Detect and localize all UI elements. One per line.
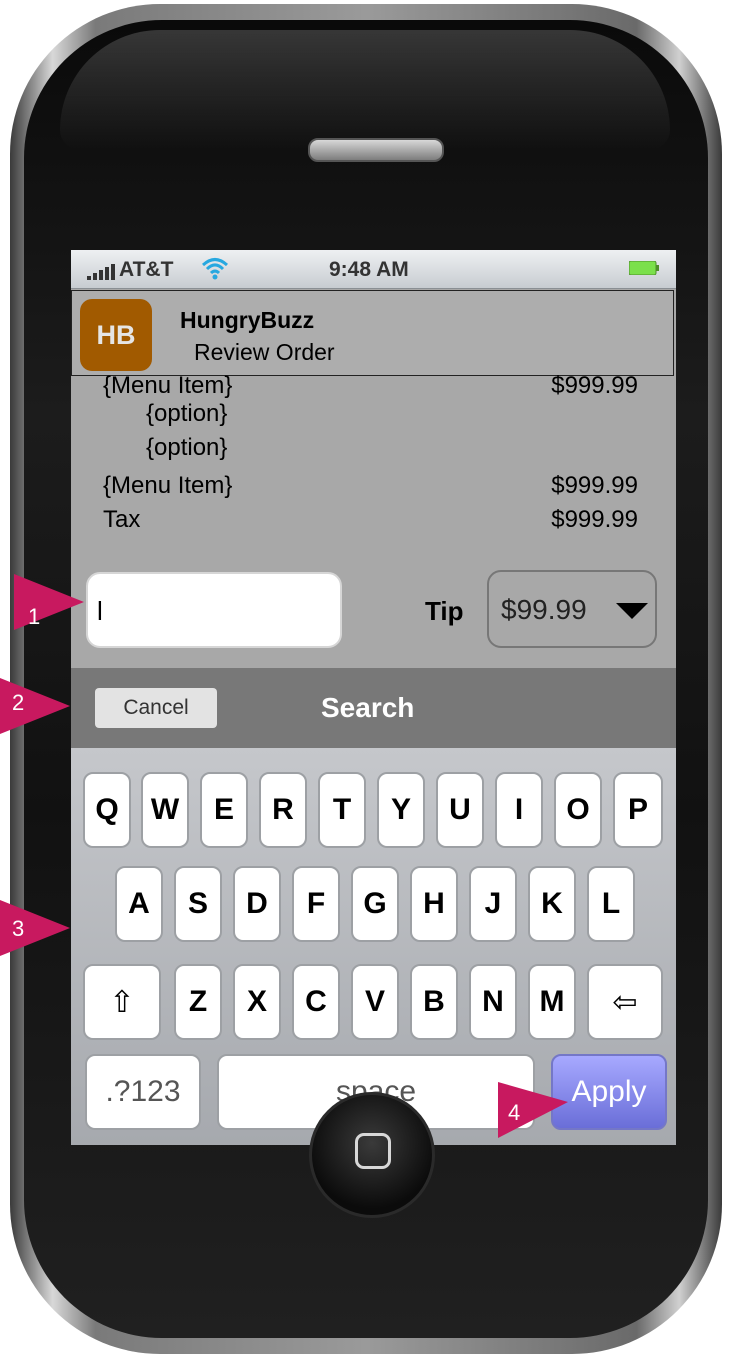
key-b[interactable]: B	[410, 964, 458, 1040]
tip-input-value: l	[97, 596, 103, 626]
phone-screen: AT&T 9:48 AM HB HungryBuzz Review Order …	[71, 250, 676, 1145]
phone-glare	[60, 30, 670, 150]
callout-2-marker	[0, 678, 70, 734]
key-e[interactable]: E	[200, 772, 248, 848]
order-item-price: $999.99	[551, 372, 638, 399]
tax-price: $999.99	[551, 506, 638, 533]
key-x[interactable]: X	[233, 964, 281, 1040]
key-l[interactable]: L	[587, 866, 635, 942]
order-option-label: {option}	[146, 400, 228, 427]
key-d[interactable]: D	[233, 866, 281, 942]
key-n[interactable]: N	[469, 964, 517, 1040]
key-k[interactable]: K	[528, 866, 576, 942]
key-t[interactable]: T	[318, 772, 366, 848]
key-w[interactable]: W	[141, 772, 189, 848]
callout-1-marker	[14, 574, 84, 630]
key-c[interactable]: C	[292, 964, 340, 1040]
order-option-label: {option}	[146, 434, 228, 461]
tip-dropdown-value: $99.99	[501, 594, 587, 625]
key-h[interactable]: H	[410, 866, 458, 942]
status-bar: AT&T 9:48 AM	[71, 250, 676, 289]
home-square-icon	[355, 1133, 391, 1169]
apply-button[interactable]: Apply	[551, 1054, 667, 1130]
key-j[interactable]: J	[469, 866, 517, 942]
tip-amount-input[interactable]	[86, 572, 342, 648]
dropdown-arrow-icon	[616, 603, 648, 619]
wifi-icon	[201, 258, 229, 280]
key-y[interactable]: Y	[377, 772, 425, 848]
backspace-key[interactable]: ⇦	[587, 964, 663, 1040]
header-overlay	[71, 290, 676, 376]
key-p[interactable]: P	[613, 772, 663, 848]
key-f[interactable]: F	[292, 866, 340, 942]
numbers-key[interactable]: .?123	[85, 1054, 201, 1130]
order-item-label: {Menu Item}	[103, 472, 233, 499]
key-o[interactable]: O	[554, 772, 602, 848]
battery-icon	[629, 261, 659, 275]
callout-2-number: 2	[12, 690, 25, 715]
key-g[interactable]: G	[351, 866, 399, 942]
callout-3-marker	[0, 900, 70, 956]
callout-3-number: 3	[12, 916, 25, 941]
shift-key[interactable]: ⇧	[83, 964, 161, 1040]
key-a[interactable]: A	[115, 866, 163, 942]
callout-4-number: 4	[508, 1100, 521, 1125]
key-q[interactable]: Q	[83, 772, 131, 848]
order-item-label: {Menu Item}	[103, 372, 233, 399]
signal-strength-icon	[87, 264, 115, 280]
order-item-price: $999.99	[551, 472, 638, 499]
key-r[interactable]: R	[259, 772, 307, 848]
key-m[interactable]: M	[528, 964, 576, 1040]
key-s[interactable]: S	[174, 866, 222, 942]
status-time: 9:48 AM	[329, 258, 409, 281]
tip-label: Tip	[425, 596, 464, 626]
key-i[interactable]: I	[495, 772, 543, 848]
cancel-button[interactable]: Cancel	[95, 688, 217, 728]
callout-1-number: 1	[28, 604, 41, 629]
key-u[interactable]: U	[436, 772, 484, 848]
carrier-name: AT&T	[119, 258, 174, 281]
key-z[interactable]: Z	[174, 964, 222, 1040]
on-screen-keyboard: Q W E R T Y U I O P A S D F G H J K L ⇧ …	[71, 748, 676, 1145]
toolbar-title: Search	[321, 692, 415, 723]
earpiece-speaker	[308, 138, 444, 162]
tax-label: Tax	[103, 506, 141, 533]
key-v[interactable]: V	[351, 964, 399, 1040]
